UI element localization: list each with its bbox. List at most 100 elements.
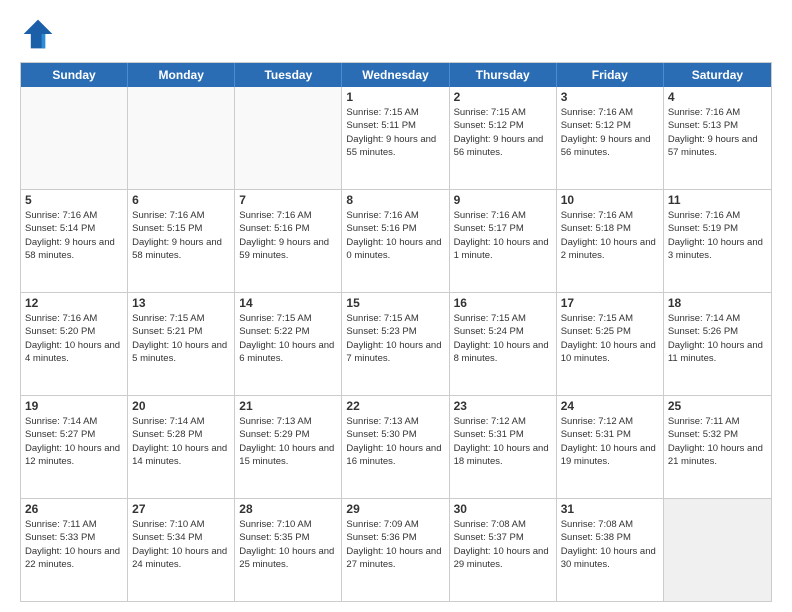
day-number: 22 [346,399,444,413]
day-info: Sunrise: 7:16 AM Sunset: 5:14 PM Dayligh… [25,209,123,262]
day-number: 13 [132,296,230,310]
calendar-cell: 14 Sunrise: 7:15 AM Sunset: 5:22 PM Dayli… [235,293,342,395]
day-info: Sunrise: 7:15 AM Sunset: 5:22 PM Dayligh… [239,312,337,365]
day-info: Sunrise: 7:15 AM Sunset: 5:23 PM Dayligh… [346,312,444,365]
day-info: Sunrise: 7:16 AM Sunset: 5:15 PM Dayligh… [132,209,230,262]
day-info: Sunrise: 7:15 AM Sunset: 5:25 PM Dayligh… [561,312,659,365]
day-number: 17 [561,296,659,310]
day-info: Sunrise: 7:14 AM Sunset: 5:26 PM Dayligh… [668,312,767,365]
calendar-cell: 13 Sunrise: 7:15 AM Sunset: 5:21 PM Dayli… [128,293,235,395]
calendar-cell: 16 Sunrise: 7:15 AM Sunset: 5:24 PM Dayli… [450,293,557,395]
calendar-cell: 25 Sunrise: 7:11 AM Sunset: 5:32 PM Dayli… [664,396,771,498]
weekday-header-tuesday: Tuesday [235,63,342,87]
calendar: SundayMondayTuesdayWednesdayThursdayFrid… [20,62,772,602]
calendar-cell: 9 Sunrise: 7:16 AM Sunset: 5:17 PM Daylig… [450,190,557,292]
calendar-cell: 15 Sunrise: 7:15 AM Sunset: 5:23 PM Dayli… [342,293,449,395]
day-number: 31 [561,502,659,516]
calendar-header: SundayMondayTuesdayWednesdayThursdayFrid… [21,63,771,87]
day-number: 7 [239,193,337,207]
day-info: Sunrise: 7:11 AM Sunset: 5:33 PM Dayligh… [25,518,123,571]
day-number: 15 [346,296,444,310]
calendar-cell [128,87,235,189]
calendar-cell: 7 Sunrise: 7:16 AM Sunset: 5:16 PM Daylig… [235,190,342,292]
calendar-cell: 20Sunrise: 7:14 AM Sunset: 5:28 PM Dayli… [128,396,235,498]
day-number: 28 [239,502,337,516]
day-number: 16 [454,296,552,310]
day-info: Sunrise: 7:15 AM Sunset: 5:11 PM Dayligh… [346,106,444,159]
day-number: 11 [668,193,767,207]
day-number: 8 [346,193,444,207]
calendar-cell: 11 Sunrise: 7:16 AM Sunset: 5:19 PM Dayli… [664,190,771,292]
day-number: 4 [668,90,767,104]
calendar-cell [21,87,128,189]
calendar-cell: 28Sunrise: 7:10 AM Sunset: 5:35 PM Dayli… [235,499,342,601]
day-info: Sunrise: 7:12 AM Sunset: 5:31 PM Dayligh… [454,415,552,468]
weekday-header-monday: Monday [128,63,235,87]
calendar-cell: 29 Sunrise: 7:09 AM Sunset: 5:36 PM Dayli… [342,499,449,601]
calendar-cell: 19 Sunrise: 7:14 AM Sunset: 5:27 PM Dayli… [21,396,128,498]
calendar-row-2: 12 Sunrise: 7:16 AM Sunset: 5:20 PM Dayli… [21,292,771,395]
day-info: Sunrise: 7:16 AM Sunset: 5:19 PM Dayligh… [668,209,767,262]
day-number: 25 [668,399,767,413]
day-info: Sunrise: 7:10 AM Sunset: 5:34 PM Dayligh… [132,518,230,571]
weekday-header-saturday: Saturday [664,63,771,87]
calendar-cell: 24Sunrise: 7:12 AM Sunset: 5:31 PM Dayli… [557,396,664,498]
calendar-cell [664,499,771,601]
day-number: 5 [25,193,123,207]
day-info: Sunrise: 7:14 AM Sunset: 5:27 PM Dayligh… [25,415,123,468]
day-info: Sunrise: 7:15 AM Sunset: 5:24 PM Dayligh… [454,312,552,365]
calendar-cell: 21 Sunrise: 7:13 AM Sunset: 5:29 PM Dayli… [235,396,342,498]
day-info: Sunrise: 7:12 AM Sunset: 5:31 PM Dayligh… [561,415,659,468]
day-info: Sunrise: 7:11 AM Sunset: 5:32 PM Dayligh… [668,415,767,468]
day-info: Sunrise: 7:16 AM Sunset: 5:12 PM Dayligh… [561,106,659,159]
day-info: Sunrise: 7:16 AM Sunset: 5:20 PM Dayligh… [25,312,123,365]
day-number: 9 [454,193,552,207]
day-info: Sunrise: 7:15 AM Sunset: 5:21 PM Dayligh… [132,312,230,365]
calendar-cell: 23 Sunrise: 7:12 AM Sunset: 5:31 PM Dayli… [450,396,557,498]
calendar-cell: 27Sunrise: 7:10 AM Sunset: 5:34 PM Dayli… [128,499,235,601]
calendar-cell: 31 Sunrise: 7:08 AM Sunset: 5:38 PM Dayli… [557,499,664,601]
weekday-header-sunday: Sunday [21,63,128,87]
calendar-cell: 12 Sunrise: 7:16 AM Sunset: 5:20 PM Dayli… [21,293,128,395]
day-info: Sunrise: 7:15 AM Sunset: 5:12 PM Dayligh… [454,106,552,159]
day-number: 3 [561,90,659,104]
weekday-header-thursday: Thursday [450,63,557,87]
day-info: Sunrise: 7:09 AM Sunset: 5:36 PM Dayligh… [346,518,444,571]
day-number: 19 [25,399,123,413]
day-number: 21 [239,399,337,413]
day-number: 12 [25,296,123,310]
day-number: 1 [346,90,444,104]
day-number: 14 [239,296,337,310]
day-info: Sunrise: 7:14 AM Sunset: 5:28 PM Dayligh… [132,415,230,468]
weekday-header-friday: Friday [557,63,664,87]
day-number: 23 [454,399,552,413]
calendar-cell: 5 Sunrise: 7:16 AM Sunset: 5:14 PM Daylig… [21,190,128,292]
day-info: Sunrise: 7:16 AM Sunset: 5:16 PM Dayligh… [346,209,444,262]
day-info: Sunrise: 7:13 AM Sunset: 5:29 PM Dayligh… [239,415,337,468]
calendar-cell: 10Sunrise: 7:16 AM Sunset: 5:18 PM Dayli… [557,190,664,292]
day-number: 10 [561,193,659,207]
logo-icon [20,16,56,52]
calendar-cell: 30Sunrise: 7:08 AM Sunset: 5:37 PM Dayli… [450,499,557,601]
page: SundayMondayTuesdayWednesdayThursdayFrid… [0,0,792,612]
calendar-cell: 4Sunrise: 7:16 AM Sunset: 5:13 PM Daylig… [664,87,771,189]
day-number: 29 [346,502,444,516]
calendar-cell: 1 Sunrise: 7:15 AM Sunset: 5:11 PM Daylig… [342,87,449,189]
day-info: Sunrise: 7:08 AM Sunset: 5:38 PM Dayligh… [561,518,659,571]
calendar-body: 1 Sunrise: 7:15 AM Sunset: 5:11 PM Daylig… [21,87,771,601]
calendar-row-4: 26 Sunrise: 7:11 AM Sunset: 5:33 PM Dayli… [21,498,771,601]
day-info: Sunrise: 7:13 AM Sunset: 5:30 PM Dayligh… [346,415,444,468]
calendar-cell: 26 Sunrise: 7:11 AM Sunset: 5:33 PM Dayli… [21,499,128,601]
day-info: Sunrise: 7:16 AM Sunset: 5:16 PM Dayligh… [239,209,337,262]
day-number: 2 [454,90,552,104]
calendar-cell: 2 Sunrise: 7:15 AM Sunset: 5:12 PM Daylig… [450,87,557,189]
calendar-cell: 18Sunrise: 7:14 AM Sunset: 5:26 PM Dayli… [664,293,771,395]
calendar-row-1: 5 Sunrise: 7:16 AM Sunset: 5:14 PM Daylig… [21,189,771,292]
day-info: Sunrise: 7:16 AM Sunset: 5:17 PM Dayligh… [454,209,552,262]
day-number: 26 [25,502,123,516]
calendar-cell: 22 Sunrise: 7:13 AM Sunset: 5:30 PM Dayli… [342,396,449,498]
calendar-row-3: 19 Sunrise: 7:14 AM Sunset: 5:27 PM Dayli… [21,395,771,498]
logo [20,16,60,52]
calendar-cell [235,87,342,189]
weekday-header-wednesday: Wednesday [342,63,449,87]
